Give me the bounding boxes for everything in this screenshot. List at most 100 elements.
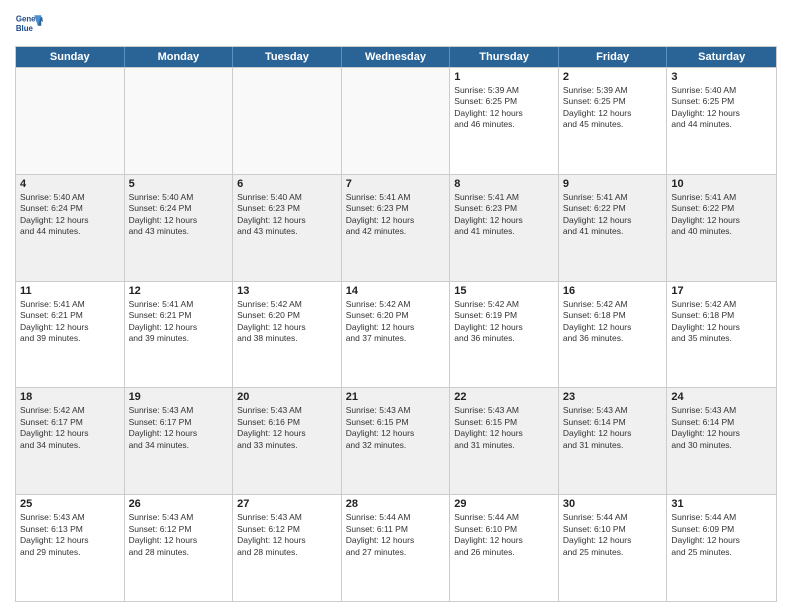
day-cell-12: 12 Sunrise: 5:41 AM Sunset: 6:21 PM Dayli… bbox=[125, 282, 234, 388]
calendar-body: 1 Sunrise: 5:39 AM Sunset: 6:25 PM Daylig… bbox=[16, 67, 776, 601]
day-cell-30: 30 Sunrise: 5:44 AM Sunset: 6:10 PM Dayli… bbox=[559, 495, 668, 601]
day-number: 1 bbox=[454, 71, 554, 83]
calendar-header: SundayMondayTuesdayWednesdayThursdayFrid… bbox=[16, 47, 776, 67]
day-cell-22: 22Sunrise: 5:43 AM Sunset: 6:15 PM Dayli… bbox=[450, 388, 559, 494]
day-cell-18: 18Sunrise: 5:42 AM Sunset: 6:17 PM Dayli… bbox=[16, 388, 125, 494]
cell-info: Sunrise: 5:44 AM Sunset: 6:10 PM Dayligh… bbox=[563, 512, 663, 558]
cell-info: Sunrise: 5:43 AM Sunset: 6:15 PM Dayligh… bbox=[346, 405, 446, 451]
day-number: 7 bbox=[346, 178, 446, 190]
svg-text:Blue: Blue bbox=[16, 24, 34, 33]
day-number: 17 bbox=[671, 285, 772, 297]
day-number: 23 bbox=[563, 391, 663, 403]
day-cell-1: 1 Sunrise: 5:39 AM Sunset: 6:25 PM Daylig… bbox=[450, 68, 559, 174]
calendar-row-3: 11Sunrise: 5:41 AM Sunset: 6:21 PM Dayli… bbox=[16, 281, 776, 388]
cell-info: Sunrise: 5:39 AM Sunset: 6:25 PM Dayligh… bbox=[563, 85, 663, 131]
cell-info: Sunrise: 5:41 AM Sunset: 6:23 PM Dayligh… bbox=[454, 192, 554, 238]
day-cell-26: 26Sunrise: 5:43 AM Sunset: 6:12 PM Dayli… bbox=[125, 495, 234, 601]
day-cell-16: 16 Sunrise: 5:42 AM Sunset: 6:18 PM Dayli… bbox=[559, 282, 668, 388]
calendar-row-2: 4 Sunrise: 5:40 AM Sunset: 6:24 PM Daylig… bbox=[16, 174, 776, 281]
calendar-row-4: 18Sunrise: 5:42 AM Sunset: 6:17 PM Dayli… bbox=[16, 387, 776, 494]
day-header-tuesday: Tuesday bbox=[233, 47, 342, 67]
day-cell-15: 15Sunrise: 5:42 AM Sunset: 6:19 PM Dayli… bbox=[450, 282, 559, 388]
day-cell-4: 4 Sunrise: 5:40 AM Sunset: 6:24 PM Daylig… bbox=[16, 175, 125, 281]
day-number: 5 bbox=[129, 178, 229, 190]
cell-info: Sunrise: 5:41 AM Sunset: 6:21 PM Dayligh… bbox=[129, 299, 229, 345]
cell-info: Sunrise: 5:43 AM Sunset: 6:15 PM Dayligh… bbox=[454, 405, 554, 451]
cell-info: Sunrise: 5:41 AM Sunset: 6:21 PM Dayligh… bbox=[20, 299, 120, 345]
cell-info: Sunrise: 5:43 AM Sunset: 6:12 PM Dayligh… bbox=[237, 512, 337, 558]
day-number: 30 bbox=[563, 498, 663, 510]
day-number: 16 bbox=[563, 285, 663, 297]
day-cell-5: 5 Sunrise: 5:40 AM Sunset: 6:24 PM Daylig… bbox=[125, 175, 234, 281]
page: GeneralBlue SundayMondayTuesdayWednesday… bbox=[0, 0, 792, 612]
cell-info: Sunrise: 5:41 AM Sunset: 6:23 PM Dayligh… bbox=[346, 192, 446, 238]
cell-info: Sunrise: 5:40 AM Sunset: 6:25 PM Dayligh… bbox=[671, 85, 772, 131]
day-number: 31 bbox=[671, 498, 772, 510]
day-cell-2: 2 Sunrise: 5:39 AM Sunset: 6:25 PM Daylig… bbox=[559, 68, 668, 174]
empty-cell bbox=[125, 68, 234, 174]
day-header-friday: Friday bbox=[559, 47, 668, 67]
day-cell-8: 8 Sunrise: 5:41 AM Sunset: 6:23 PM Daylig… bbox=[450, 175, 559, 281]
cell-info: Sunrise: 5:44 AM Sunset: 6:11 PM Dayligh… bbox=[346, 512, 446, 558]
logo-icon: GeneralBlue bbox=[15, 10, 43, 38]
day-cell-27: 27 Sunrise: 5:43 AM Sunset: 6:12 PM Dayli… bbox=[233, 495, 342, 601]
day-header-sunday: Sunday bbox=[16, 47, 125, 67]
cell-info: Sunrise: 5:39 AM Sunset: 6:25 PM Dayligh… bbox=[454, 85, 554, 131]
day-number: 15 bbox=[454, 285, 554, 297]
empty-cell bbox=[233, 68, 342, 174]
day-number: 9 bbox=[563, 178, 663, 190]
day-cell-17: 17 Sunrise: 5:42 AM Sunset: 6:18 PM Dayli… bbox=[667, 282, 776, 388]
cell-info: Sunrise: 5:40 AM Sunset: 6:23 PM Dayligh… bbox=[237, 192, 337, 238]
cell-info: Sunrise: 5:43 AM Sunset: 6:14 PM Dayligh… bbox=[563, 405, 663, 451]
day-number: 10 bbox=[671, 178, 772, 190]
cell-info: Sunrise: 5:41 AM Sunset: 6:22 PM Dayligh… bbox=[563, 192, 663, 238]
day-cell-28: 28 Sunrise: 5:44 AM Sunset: 6:11 PM Dayli… bbox=[342, 495, 451, 601]
day-cell-3: 3 Sunrise: 5:40 AM Sunset: 6:25 PM Daylig… bbox=[667, 68, 776, 174]
empty-cell bbox=[342, 68, 451, 174]
cell-info: Sunrise: 5:43 AM Sunset: 6:12 PM Dayligh… bbox=[129, 512, 229, 558]
calendar-row-5: 25Sunrise: 5:43 AM Sunset: 6:13 PM Dayli… bbox=[16, 494, 776, 601]
cell-info: Sunrise: 5:42 AM Sunset: 6:18 PM Dayligh… bbox=[671, 299, 772, 345]
day-number: 18 bbox=[20, 391, 120, 403]
day-number: 27 bbox=[237, 498, 337, 510]
cell-info: Sunrise: 5:43 AM Sunset: 6:17 PM Dayligh… bbox=[129, 405, 229, 451]
empty-cell bbox=[16, 68, 125, 174]
cell-info: Sunrise: 5:42 AM Sunset: 6:20 PM Dayligh… bbox=[346, 299, 446, 345]
cell-info: Sunrise: 5:42 AM Sunset: 6:20 PM Dayligh… bbox=[237, 299, 337, 345]
day-cell-25: 25Sunrise: 5:43 AM Sunset: 6:13 PM Dayli… bbox=[16, 495, 125, 601]
day-cell-13: 13 Sunrise: 5:42 AM Sunset: 6:20 PM Dayli… bbox=[233, 282, 342, 388]
day-cell-29: 29 Sunrise: 5:44 AM Sunset: 6:10 PM Dayli… bbox=[450, 495, 559, 601]
day-number: 6 bbox=[237, 178, 337, 190]
cell-info: Sunrise: 5:43 AM Sunset: 6:16 PM Dayligh… bbox=[237, 405, 337, 451]
calendar-row-1: 1 Sunrise: 5:39 AM Sunset: 6:25 PM Daylig… bbox=[16, 67, 776, 174]
calendar: SundayMondayTuesdayWednesdayThursdayFrid… bbox=[15, 46, 777, 602]
cell-info: Sunrise: 5:44 AM Sunset: 6:10 PM Dayligh… bbox=[454, 512, 554, 558]
header: GeneralBlue bbox=[15, 10, 777, 38]
day-number: 4 bbox=[20, 178, 120, 190]
day-cell-7: 7 Sunrise: 5:41 AM Sunset: 6:23 PM Daylig… bbox=[342, 175, 451, 281]
day-number: 8 bbox=[454, 178, 554, 190]
day-cell-19: 19Sunrise: 5:43 AM Sunset: 6:17 PM Dayli… bbox=[125, 388, 234, 494]
day-cell-20: 20Sunrise: 5:43 AM Sunset: 6:16 PM Dayli… bbox=[233, 388, 342, 494]
day-number: 21 bbox=[346, 391, 446, 403]
day-number: 13 bbox=[237, 285, 337, 297]
day-cell-31: 31Sunrise: 5:44 AM Sunset: 6:09 PM Dayli… bbox=[667, 495, 776, 601]
day-number: 12 bbox=[129, 285, 229, 297]
day-number: 28 bbox=[346, 498, 446, 510]
cell-info: Sunrise: 5:43 AM Sunset: 6:14 PM Dayligh… bbox=[671, 405, 772, 451]
day-number: 29 bbox=[454, 498, 554, 510]
day-header-monday: Monday bbox=[125, 47, 234, 67]
day-header-thursday: Thursday bbox=[450, 47, 559, 67]
day-header-saturday: Saturday bbox=[667, 47, 776, 67]
day-cell-24: 24Sunrise: 5:43 AM Sunset: 6:14 PM Dayli… bbox=[667, 388, 776, 494]
day-number: 3 bbox=[671, 71, 772, 83]
cell-info: Sunrise: 5:40 AM Sunset: 6:24 PM Dayligh… bbox=[20, 192, 120, 238]
day-number: 2 bbox=[563, 71, 663, 83]
day-number: 14 bbox=[346, 285, 446, 297]
cell-info: Sunrise: 5:42 AM Sunset: 6:18 PM Dayligh… bbox=[563, 299, 663, 345]
day-cell-10: 10Sunrise: 5:41 AM Sunset: 6:22 PM Dayli… bbox=[667, 175, 776, 281]
day-cell-21: 21 Sunrise: 5:43 AM Sunset: 6:15 PM Dayli… bbox=[342, 388, 451, 494]
cell-info: Sunrise: 5:43 AM Sunset: 6:13 PM Dayligh… bbox=[20, 512, 120, 558]
cell-info: Sunrise: 5:40 AM Sunset: 6:24 PM Dayligh… bbox=[129, 192, 229, 238]
day-cell-23: 23 Sunrise: 5:43 AM Sunset: 6:14 PM Dayli… bbox=[559, 388, 668, 494]
